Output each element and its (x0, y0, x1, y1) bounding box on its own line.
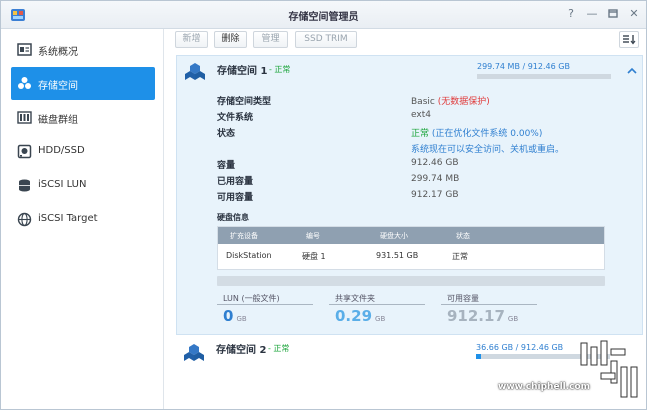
stat-shared-label: 共享文件夹 (335, 294, 375, 303)
disk-col-size: 硬盘大小 (380, 232, 408, 240)
fs-label: 文件系统 (217, 113, 254, 123)
volume-2-usage-fill (476, 354, 482, 359)
disk-number: 硬盘 1 (302, 252, 326, 261)
storage-manager-window: 存储空间管理员 ? — ✕ 系统概况 存储空间 磁盘群组 HDD/SSD iSC… (0, 0, 647, 410)
stat-divider (441, 304, 537, 305)
type-value: Basic (无数据保护) (411, 94, 490, 107)
volume-1-status: - 正常 (269, 65, 291, 74)
disk-table-header: 扩充设备 编号 硬盘大小 状态 (218, 227, 604, 244)
volume-1-title: 存储空间 1 (217, 66, 268, 77)
disk-info-title: 硬盘信息 (217, 213, 249, 222)
capacity-label: 容量 (217, 161, 236, 171)
type-note: (无数据保护) (437, 97, 490, 107)
minimize-icon[interactable]: — (585, 7, 599, 21)
chevron-up-icon[interactable] (627, 66, 637, 76)
volume-icon (184, 344, 204, 361)
stat-lun-label: LUN (一般文件) (223, 294, 280, 303)
volume-1-usage-bar (477, 74, 611, 79)
volume-1-usage-text: 299.74 MB / 912.46 GB (477, 62, 570, 71)
type-value-text: Basic (411, 97, 435, 107)
hdd-icon (17, 144, 32, 159)
disk-status: 正常 (452, 252, 468, 261)
sidebar-item-storage[interactable]: 存储空间 (11, 67, 155, 100)
iscsi-lun-icon (19, 179, 30, 192)
ssd-trim-button[interactable]: SSD TRIM (295, 31, 357, 48)
close-icon[interactable]: ✕ (627, 7, 641, 21)
state-note-2: 系统现在可以安全访问、关机或重启。 (411, 145, 565, 155)
stat-avail-value: 912.17 GB (447, 307, 518, 325)
sidebar-item-label: 磁盘群组 (38, 115, 78, 126)
stat-lun-value: 0 GB (223, 307, 247, 325)
sort-button[interactable] (619, 31, 639, 48)
capacity-value: 912.46 GB (411, 158, 459, 168)
stat-divider (217, 304, 313, 305)
volume-2-usage-text: 36.66 GB / 912.46 GB (476, 343, 564, 352)
disk-col-device: 扩充设备 (230, 232, 258, 240)
disk-device: DiskStation (226, 251, 272, 260)
volume-2-status: - 正常 (268, 344, 290, 353)
stat-avail-number: 912.17 (447, 307, 505, 325)
stat-shared-unit: GB (375, 315, 386, 323)
sidebar-item-label: 系统概况 (38, 47, 78, 58)
fs-value: ext4 (411, 110, 431, 120)
stat-lun-number: 0 (223, 307, 234, 325)
state-note: (正在优化文件系统 0.00%) (431, 129, 543, 139)
stat-lun-unit: GB (236, 315, 247, 323)
sidebar-item-label: HDD/SSD (38, 145, 85, 156)
volume-icon (185, 63, 205, 80)
manage-button[interactable]: 管理 (253, 31, 288, 48)
type-label: 存储空间类型 (217, 97, 272, 107)
sort-icon (623, 35, 636, 45)
stat-shared-value: 0.29 GB (335, 307, 385, 325)
horizontal-scrollbar[interactable] (217, 276, 605, 286)
sidebar-item-label: iSCSI LUN (38, 179, 87, 190)
delete-button[interactable]: 删除 (214, 31, 247, 48)
stat-avail-unit: GB (507, 315, 519, 323)
disk-table: 扩充设备 编号 硬盘大小 状态 DiskStation 硬盘 1 931.51 … (217, 226, 605, 270)
disk-col-status: 状态 (456, 232, 470, 240)
stat-shared-number: 0.29 (335, 307, 373, 325)
disk-col-number: 编号 (306, 232, 320, 240)
volume-2-title: 存储空间 2 (216, 345, 267, 356)
window-title: 存储空间管理员 (288, 12, 359, 23)
sidebar: 系统概况 存储空间 磁盘群组 HDD/SSD iSCSI LUN iSCSI T… (1, 29, 164, 409)
state-label: 状态 (217, 129, 236, 139)
sidebar-item-label: iSCSI Target (38, 213, 98, 224)
sidebar-item-label: 存储空间 (38, 81, 78, 92)
disk-group-icon (17, 111, 32, 124)
create-button[interactable]: 新增 (175, 31, 208, 48)
storage-icon (18, 77, 31, 89)
used-label: 已用容量 (217, 177, 254, 187)
stat-divider (329, 304, 425, 305)
sidebar-item-hdd-ssd[interactable]: HDD/SSD (11, 135, 155, 168)
avail-value: 912.17 GB (411, 190, 459, 200)
sidebar-item-iscsi-target[interactable]: iSCSI Target (11, 203, 155, 236)
sidebar-item-overview[interactable]: 系统概况 (11, 33, 155, 66)
used-value: 299.74 MB (411, 174, 460, 184)
state-value-text: 正常 (411, 129, 430, 139)
toolbar: 新增 删除 管理 SSD TRIM (164, 29, 646, 53)
maximize-icon[interactable] (606, 7, 620, 21)
state-value: 正常 (正在优化文件系统 0.00%) (411, 126, 542, 139)
sidebar-item-iscsi-lun[interactable]: iSCSI LUN (11, 169, 155, 202)
sidebar-item-disk-group[interactable]: 磁盘群组 (11, 101, 155, 134)
title-bar[interactable]: 存储空间管理员 ? — ✕ (1, 1, 646, 29)
avail-label: 可用容量 (217, 193, 254, 203)
stat-avail-label: 可用容量 (447, 294, 479, 303)
help-icon[interactable]: ? (564, 7, 578, 21)
disk-size: 931.51 GB (376, 251, 419, 260)
volume-1-panel[interactable]: 存储空间 1 - 正常 299.74 MB / 912.46 GB 存储空间类型… (176, 55, 643, 335)
iscsi-target-icon (17, 212, 32, 227)
watermark-text: www.chiphell.com (498, 382, 591, 392)
overview-icon (17, 43, 32, 56)
